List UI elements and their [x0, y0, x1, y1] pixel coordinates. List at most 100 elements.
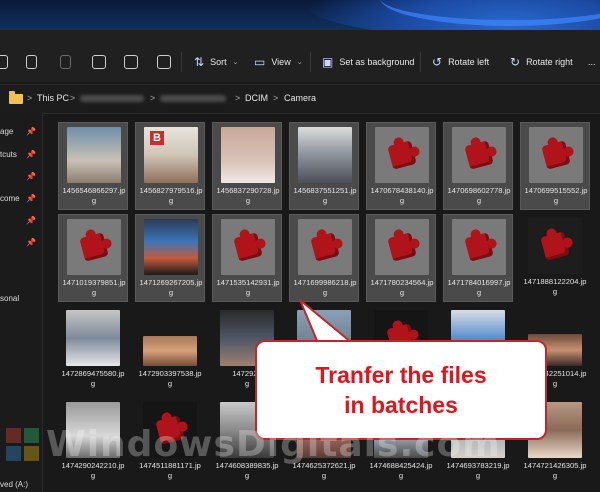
photo-thumbnail	[298, 127, 352, 183]
rotate-right-button[interactable]: ↻ Rotate right	[510, 52, 573, 72]
rotate-right-icon: ↻	[510, 55, 521, 69]
photo-thumbnail	[143, 336, 197, 366]
pin-icon: 📌	[26, 150, 36, 159]
rotate-right-label: Rotate right	[526, 57, 573, 67]
file-name: 1470699515552.jp	[524, 186, 588, 195]
file-name: 1471535142931.jp	[216, 278, 280, 287]
rotate-left-button[interactable]: ↺ Rotate left	[432, 52, 489, 72]
broken-image-icon	[79, 232, 109, 262]
file-name-ext: g	[245, 288, 251, 297]
file-name-ext: g	[399, 288, 405, 297]
share-icon[interactable]	[124, 55, 138, 69]
file-tile[interactable]: 1471784016997.jp g	[443, 214, 513, 302]
broken-image-thumbnail	[452, 127, 506, 183]
file-name: 1470678438140.jp	[370, 186, 434, 195]
file-name-ext: g	[168, 288, 174, 297]
folder-icon	[9, 91, 23, 104]
callout-line-2: in batches	[344, 392, 458, 418]
background-icon: ▣	[322, 55, 334, 69]
file-tile[interactable]: 1456546866297.jp g	[58, 122, 128, 210]
broken-image-thumbnail	[221, 219, 275, 275]
file-tile[interactable]: 1471019379851.jp g	[58, 214, 128, 302]
file-tile[interactable]: 1471888122204.jp g	[520, 214, 590, 302]
file-name-ext: g	[167, 379, 173, 388]
sort-button[interactable]: ⇅ Sort ⌄	[194, 52, 238, 72]
new-icon[interactable]	[0, 55, 8, 69]
rotate-left-label: Rotate left	[448, 57, 490, 67]
desktop-wallpaper	[0, 0, 600, 30]
rotate-left-icon: ↺	[432, 55, 443, 69]
view-icon: ▭	[254, 55, 266, 69]
file-tile[interactable]: 1472903397538.jp g	[135, 306, 205, 394]
photo-thumbnail: B	[144, 127, 198, 183]
file-tile[interactable]: 1471699986218.jp g	[289, 214, 359, 302]
callout-line-1: Tranfer the files	[315, 362, 487, 388]
file-name: 1456546866297.jp	[62, 186, 126, 195]
breadcrumb-dcim[interactable]: DCIM	[245, 93, 268, 103]
sidebar-item-images[interactable]: age	[0, 127, 13, 136]
toolbar-divider	[181, 52, 182, 72]
file-tile[interactable]: 1470678438140.jp g	[366, 122, 436, 210]
pin-icon: 📌	[26, 194, 36, 203]
file-name-ext: g	[552, 287, 558, 296]
file-tile[interactable]: 1470699515552.jp g	[520, 122, 590, 210]
copy-icon[interactable]	[26, 55, 37, 69]
broken-image-thumbnail	[375, 127, 429, 183]
broken-image-thumbnail	[375, 219, 429, 275]
file-name-ext: g	[168, 196, 174, 205]
broken-image-thumbnail	[529, 127, 583, 183]
sidebar-item-personal[interactable]: sonal	[0, 294, 19, 303]
pin-icon: 📌	[26, 238, 36, 247]
view-label: View	[271, 57, 291, 67]
sidebar-item-welcome[interactable]: come	[0, 194, 20, 203]
watermark-text: WindowsDigitals.com	[46, 424, 501, 465]
broken-image-thumbnail	[528, 218, 582, 274]
paste-icon[interactable]	[60, 55, 71, 69]
chevron-down-icon: ⌄	[232, 59, 239, 66]
sidebar-item-drive[interactable]: ved (A:)	[0, 480, 28, 489]
set-as-background-button[interactable]: ▣ Set as background	[322, 52, 414, 72]
file-tile[interactable]: 1472869475580.jp g	[58, 306, 128, 394]
breadcrumb-camera[interactable]: Camera	[284, 93, 316, 103]
more-options-button[interactable]: ...	[588, 52, 596, 72]
file-tile[interactable]: 1471269267205.jp g	[135, 214, 205, 302]
file-name: 1471784016997.jp	[447, 278, 511, 287]
pin-icon: 📌	[26, 216, 36, 225]
more-label: ...	[588, 57, 596, 67]
file-name: 1471888122204.jp	[523, 277, 587, 286]
file-tile[interactable]: B 1456827979516.jp g	[135, 122, 205, 210]
broken-image-icon	[310, 232, 340, 262]
blurred-device-name	[80, 95, 144, 102]
breadcrumb-separator: >	[70, 93, 76, 103]
broken-image-icon	[233, 232, 263, 262]
file-name: 1471699986218.jp	[293, 278, 357, 287]
photo-thumbnail	[144, 219, 198, 275]
sidebar-item-shortcuts[interactable]: tcuts	[0, 150, 17, 159]
file-name-ext: g	[322, 196, 328, 205]
broken-image-icon	[541, 140, 571, 170]
pin-icon: 📌	[26, 127, 36, 136]
file-tile[interactable]: 1471535142931.jp g	[212, 214, 282, 302]
broken-image-icon	[464, 140, 494, 170]
file-name: 1472903397538.jp	[138, 369, 202, 378]
file-tile[interactable]: 1470698602778.jp g	[443, 122, 513, 210]
pin-icon: 📌	[26, 172, 36, 181]
rename-icon[interactable]	[92, 55, 106, 69]
file-name-ext: g	[90, 379, 96, 388]
toolbar-divider	[310, 52, 311, 72]
breadcrumb-this-pc[interactable]: This PC	[37, 93, 69, 103]
view-button[interactable]: ▭ View ⌄	[254, 52, 303, 72]
file-name: 1470698602778.jp	[447, 186, 511, 195]
broken-image-icon	[540, 231, 570, 261]
file-name: 1471019379851.jp	[62, 278, 126, 287]
file-tile[interactable]: 1471780234564.jp g	[366, 214, 436, 302]
blurred-storage-name	[160, 95, 226, 102]
delete-icon[interactable]	[157, 55, 171, 69]
broken-image-icon	[387, 140, 417, 170]
file-tile[interactable]: 1456837551251.jp g	[289, 122, 359, 210]
file-name-ext: g	[553, 196, 559, 205]
file-name-ext: g	[91, 288, 97, 297]
file-name: 1471269267205.jp	[139, 278, 203, 287]
file-name: 1471780234564.jp	[370, 278, 434, 287]
file-tile[interactable]: 1456837290728.jp g	[212, 122, 282, 210]
